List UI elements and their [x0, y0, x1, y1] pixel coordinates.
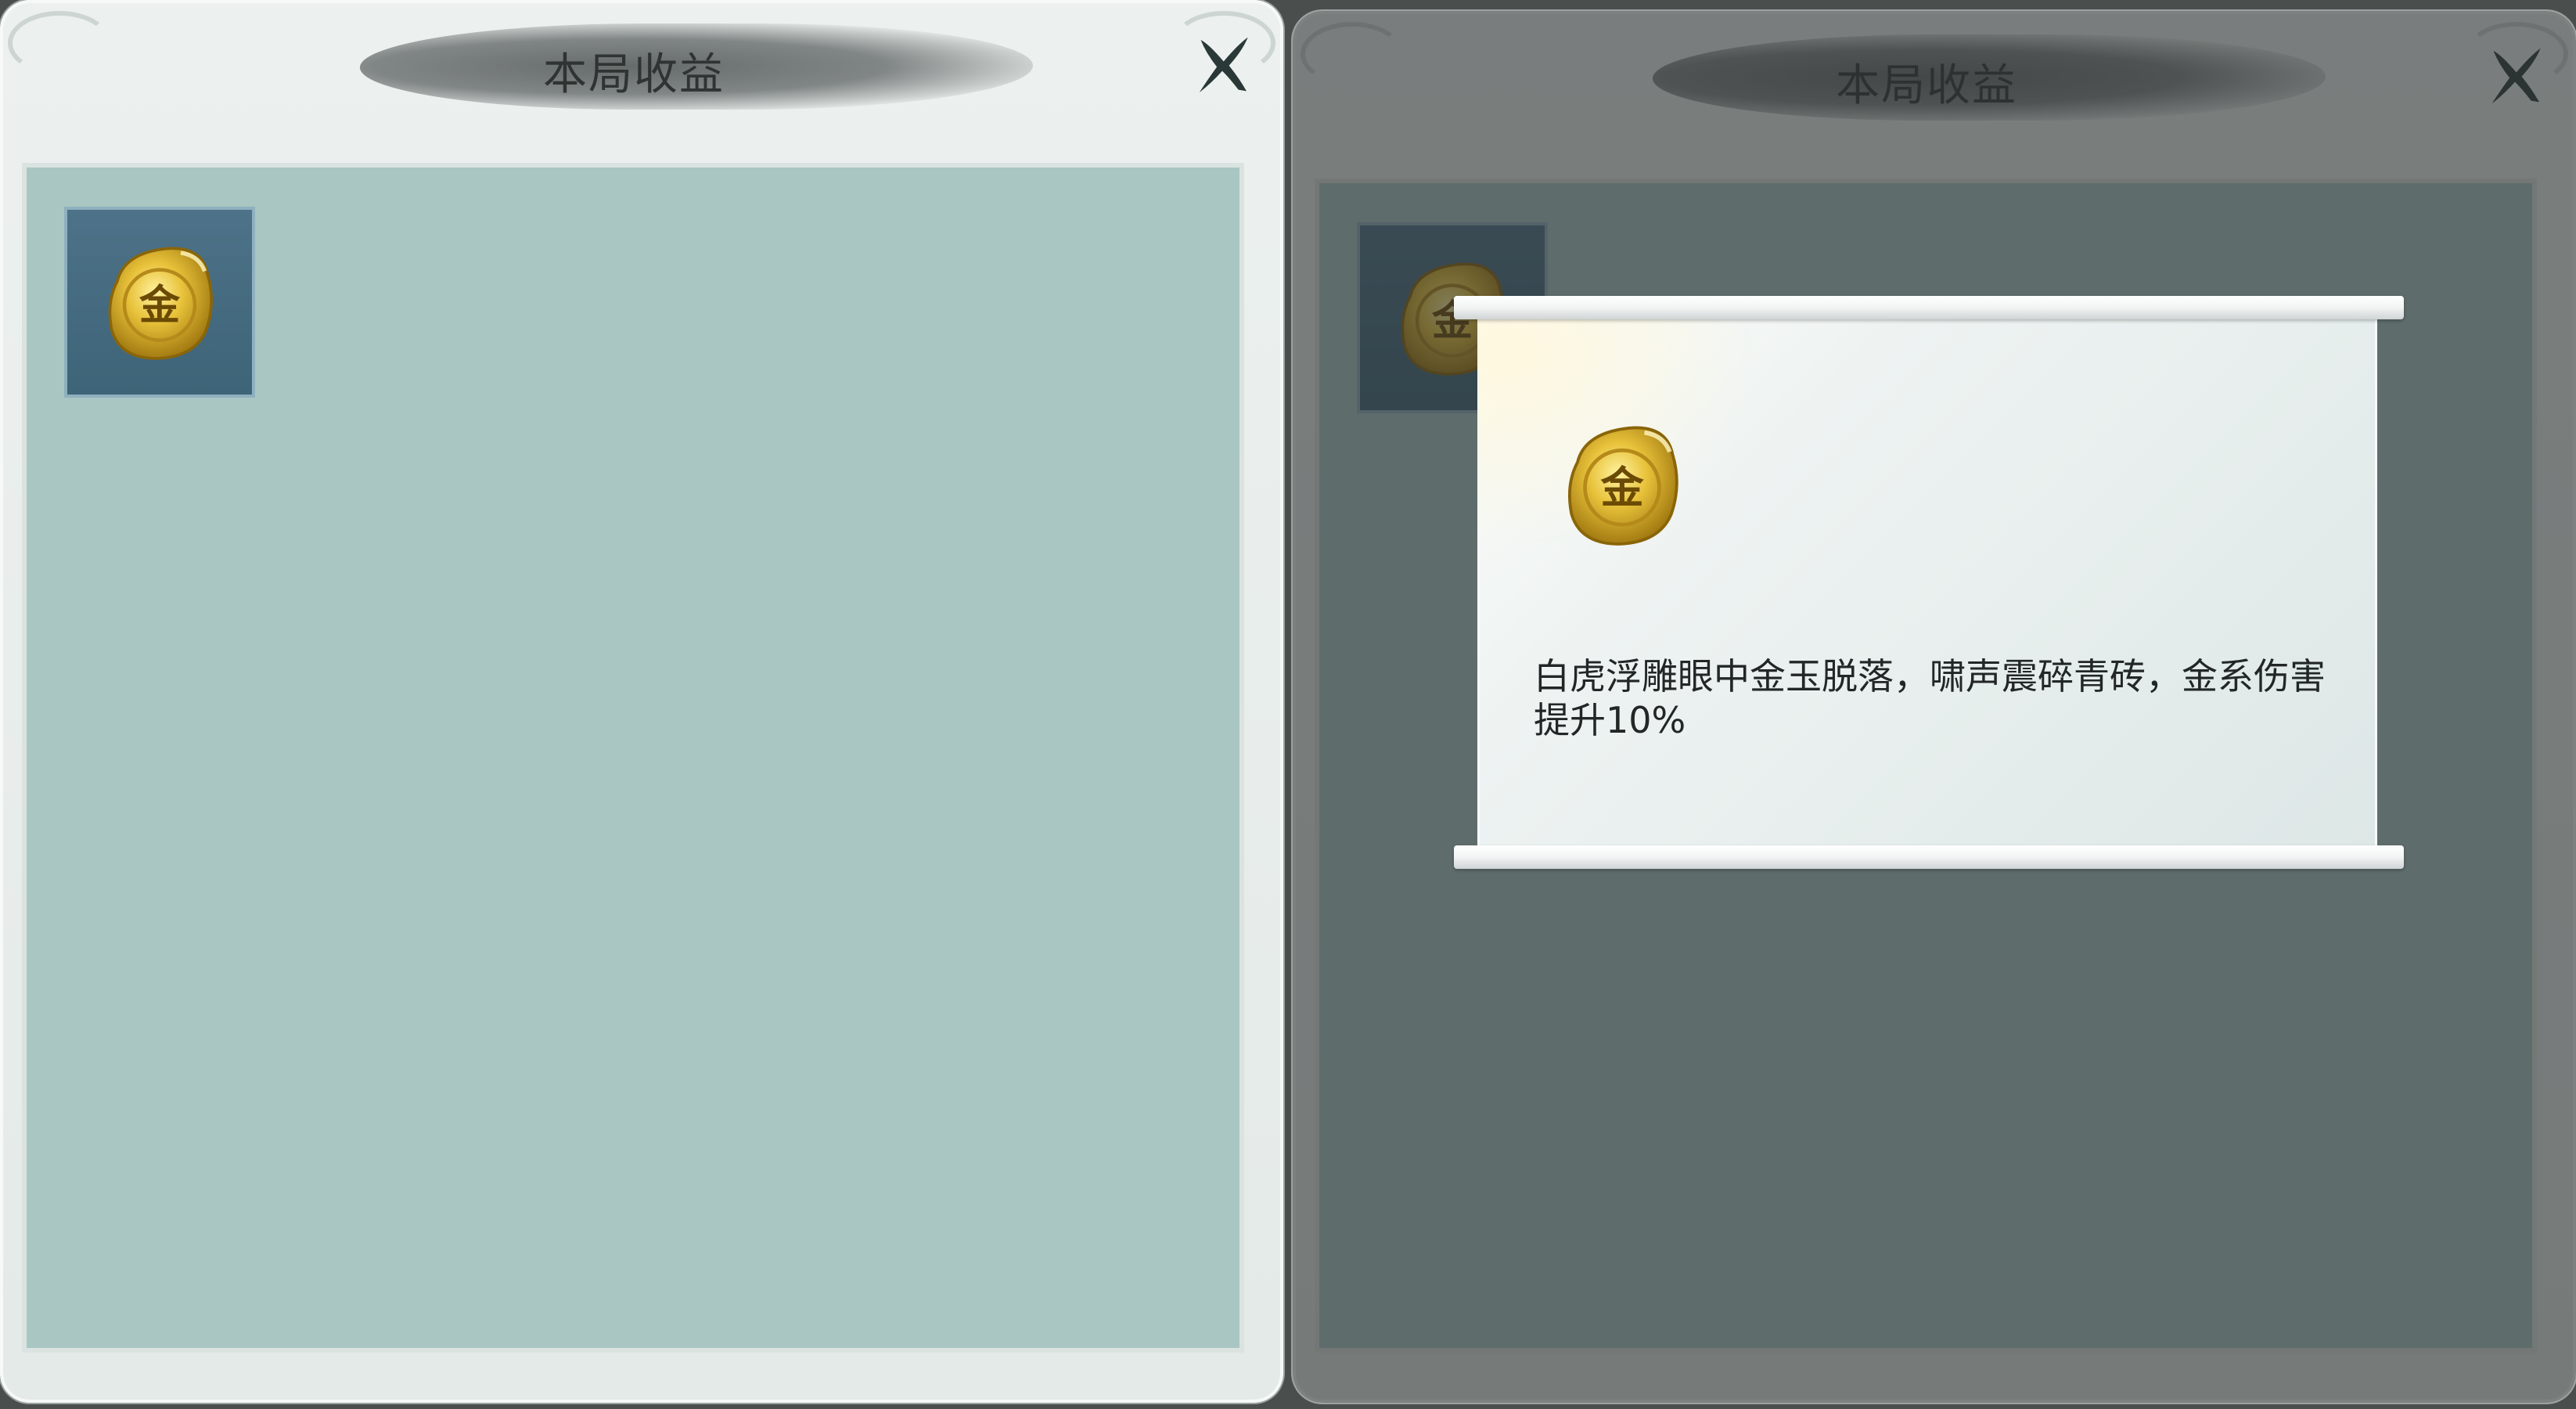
game-screen: 本局收益 金 本局收益 金 金 白虎浮雕眼中金玉脱落，啸声震碎青砖，金系伤害提升… [0, 0, 2576, 1409]
coin-glyph: 金 [139, 283, 181, 330]
corner-ornament [8, 11, 111, 75]
panel-title: 本局收益 [543, 49, 725, 100]
scroll-rod-bottom [1454, 845, 2404, 869]
rewards-content-area: 金 [22, 163, 1244, 1353]
close-button[interactable] [2476, 36, 2554, 114]
close-button[interactable] [1183, 25, 1261, 103]
corner-ornament [1301, 22, 1404, 86]
item-description: 白虎浮雕眼中金玉脱落，啸声震碎青砖，金系伤害提升10% [1534, 655, 2326, 741]
scroll-rod-top [1454, 296, 2404, 319]
gold-coin-icon: 金 [1567, 426, 1678, 546]
close-x-icon [1199, 37, 1248, 93]
rewards-panel-left: 本局收益 金 [0, 0, 1283, 1403]
reward-item-slot[interactable]: 金 [64, 207, 255, 398]
scroll-paper: 金 白虎浮雕眼中金玉脱落，啸声震碎青砖，金系伤害提升10% [1477, 316, 2377, 850]
coin-glyph: 金 [1600, 463, 1644, 513]
item-tooltip-scroll: 金 白虎浮雕眼中金玉脱落，啸声震碎青砖，金系伤害提升10% [1454, 296, 2404, 869]
panel-title: 本局收益 [1836, 59, 2017, 111]
gold-coin-icon: 金 [108, 247, 213, 360]
close-x-icon [2491, 48, 2541, 104]
